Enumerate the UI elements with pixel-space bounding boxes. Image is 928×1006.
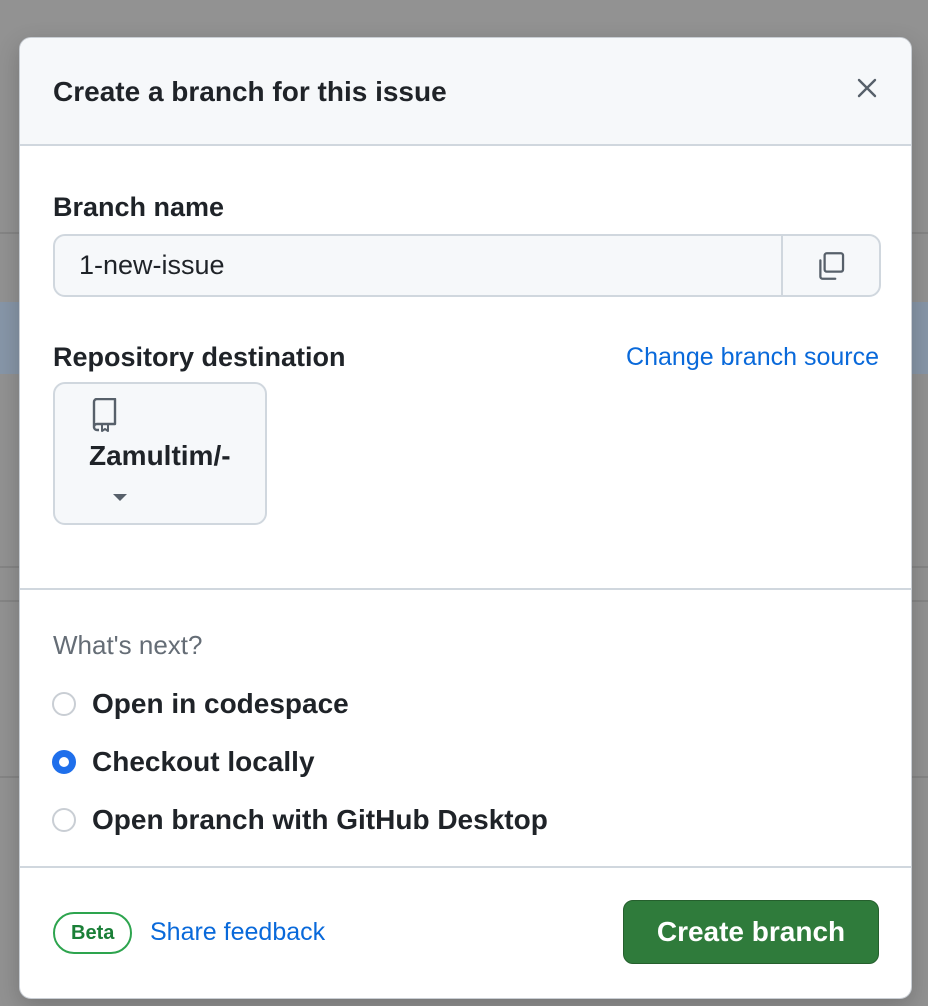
branch-section: Branch name Repository destination Chang…: [20, 146, 911, 590]
radio-button[interactable]: [52, 692, 76, 716]
dialog-title: Create a branch for this issue: [53, 76, 447, 107]
option-label: Checkout locally: [92, 746, 315, 777]
radio-button[interactable]: [52, 808, 76, 832]
branch-name-input[interactable]: [55, 236, 781, 295]
change-branch-source-link[interactable]: Change branch source: [626, 343, 879, 372]
beta-badge: Beta: [53, 912, 133, 954]
option-label: Open branch with GitHub Desktop: [92, 804, 548, 835]
create-branch-button[interactable]: Create branch: [623, 900, 879, 964]
whats-next-label: What's next?: [53, 630, 203, 660]
close-button[interactable]: [847, 68, 887, 108]
branch-name-field: [53, 234, 881, 297]
repository-select[interactable]: Zamultim/-: [53, 382, 267, 525]
copy-button[interactable]: [781, 236, 879, 295]
close-icon: [857, 78, 877, 98]
dialog-header: Create a branch for this issue: [20, 38, 911, 146]
create-branch-dialog: Create a branch for this issue Branch na…: [19, 37, 912, 999]
option-checkout-locally[interactable]: Checkout locally: [52, 746, 315, 778]
radio-button-selected[interactable]: [52, 750, 76, 774]
option-open-in-codespace[interactable]: Open in codespace: [52, 688, 349, 720]
copy-icon: [819, 251, 845, 280]
repository-destination-label: Repository destination: [53, 342, 346, 372]
branch-name-label: Branch name: [53, 192, 225, 222]
option-label: Open in codespace: [92, 688, 349, 719]
chevron-down-icon: [113, 494, 127, 501]
repo-icon: [92, 398, 117, 432]
whats-next-section: What's next? Open in codespace Checkout …: [20, 590, 911, 868]
repository-name: Zamultim/-: [89, 440, 231, 471]
share-feedback-link[interactable]: Share feedback: [150, 918, 325, 947]
option-open-github-desktop[interactable]: Open branch with GitHub Desktop: [52, 804, 548, 836]
dialog-footer: Beta Share feedback Create branch: [20, 868, 911, 996]
